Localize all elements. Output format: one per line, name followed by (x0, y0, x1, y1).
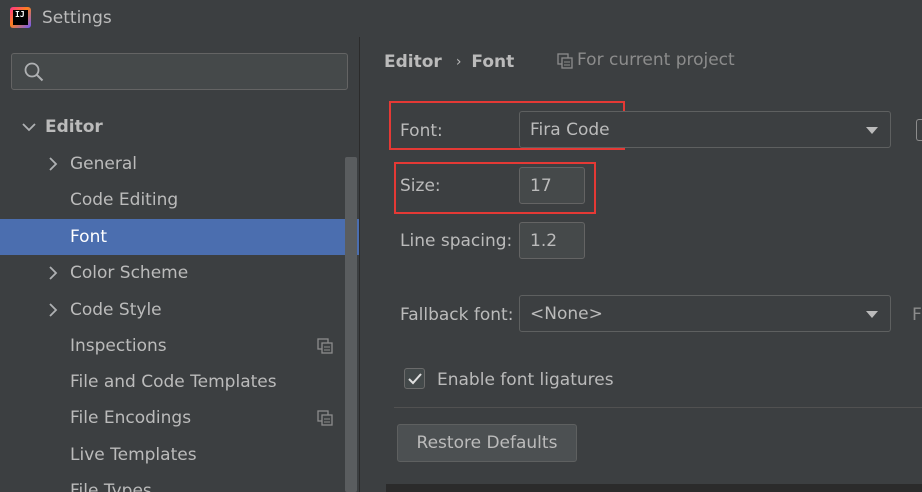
fallback-font-label: Fallback font: (400, 305, 514, 325)
divider (394, 407, 922, 408)
restore-defaults-button[interactable]: Restore Defaults (397, 424, 577, 462)
sidebar-item-label: Color Scheme (70, 263, 189, 283)
project-scope-icon (557, 53, 573, 69)
window-title: Settings (42, 8, 112, 28)
line-spacing-input[interactable]: 1.2 (519, 222, 585, 259)
size-value: 17 (530, 176, 552, 196)
sidebar-item-label: Editor (45, 117, 103, 137)
breadcrumb-current: Font (471, 52, 515, 72)
sidebar-item-label: File and Code Templates (70, 372, 277, 392)
chevron-right-icon[interactable] (46, 266, 60, 280)
sidebar-item-label: Inspections (70, 336, 167, 356)
sidebar-item-code-editing[interactable]: Code Editing (0, 182, 345, 218)
chevron-down-icon (866, 311, 878, 318)
font-dropdown[interactable]: Fira Code (519, 111, 891, 148)
chevron-right-icon[interactable] (46, 303, 60, 317)
settings-sidebar: Editor General Code Editing Font Color S… (0, 37, 360, 492)
fallback-font-dropdown[interactable]: <None> (519, 295, 891, 332)
sidebar-item-color-scheme[interactable]: Color Scheme (0, 255, 345, 291)
breadcrumb: Editor › Font (384, 50, 514, 74)
sidebar-item-label: File Encodings (70, 408, 192, 428)
search-box[interactable] (11, 53, 348, 90)
sidebar-item-live-templates[interactable]: Live Templates (0, 437, 345, 473)
line-spacing-value: 1.2 (530, 231, 558, 251)
fallback-font-value: <None> (530, 304, 603, 324)
title-bar: IJ Settings (0, 0, 922, 37)
checkmark-icon (408, 373, 422, 385)
sidebar-scrollbar[interactable] (345, 157, 357, 492)
app-logo-icon: IJ (10, 7, 31, 28)
font-label: Font: (400, 121, 443, 141)
font-settings-panel: Editor › Font For current project Font: … (361, 37, 922, 492)
search-icon (24, 62, 44, 82)
breadcrumb-parent: Editor (384, 52, 442, 72)
project-scope-icon (317, 410, 333, 426)
chevron-down-icon (866, 127, 878, 134)
sidebar-item-code-style[interactable]: Code Style (0, 292, 345, 328)
sidebar-item-label: Live Templates (70, 445, 197, 465)
sidebar-item-label: File Types (70, 481, 152, 492)
truncated-label: F (912, 305, 922, 325)
sidebar-item-general[interactable]: General (0, 146, 345, 182)
breadcrumb-separator-icon: › (455, 54, 462, 70)
sidebar-item-label: Code Editing (70, 190, 179, 210)
sidebar-item-editor[interactable]: Editor (0, 109, 345, 145)
sidebar-item-font[interactable]: Font (0, 219, 359, 255)
size-input[interactable]: 17 (519, 167, 585, 204)
sidebar-item-file-and-code-templates[interactable]: File and Code Templates (0, 364, 345, 400)
sidebar-item-inspections[interactable]: Inspections (0, 328, 345, 364)
size-label: Size: (400, 176, 441, 196)
font-dropdown-value: Fira Code (530, 120, 610, 140)
preview-area (386, 484, 922, 492)
line-spacing-label: Line spacing: (400, 231, 513, 251)
ligatures-checkbox[interactable] (404, 368, 425, 389)
sidebar-item-label: Font (70, 227, 108, 247)
scope-label: For current project (577, 50, 735, 70)
toggle-icon[interactable] (916, 119, 922, 141)
search-input[interactable] (54, 60, 339, 84)
sidebar-item-label: General (70, 154, 137, 174)
sidebar-item-label: Code Style (70, 300, 162, 320)
chevron-down-icon[interactable] (22, 120, 36, 134)
sidebar-item-file-types[interactable]: File Types (0, 473, 345, 492)
project-scope-icon (317, 338, 333, 354)
ligatures-label: Enable font ligatures (437, 370, 614, 390)
chevron-right-icon[interactable] (46, 157, 60, 171)
sidebar-item-file-encodings[interactable]: File Encodings (0, 400, 345, 436)
